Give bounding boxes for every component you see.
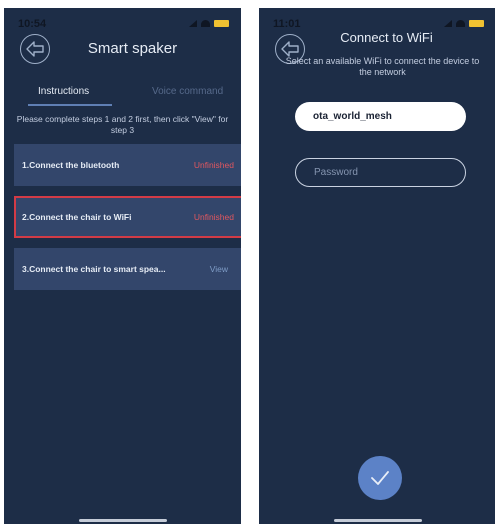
step-label: 1.Connect the bluetooth: [22, 160, 120, 170]
step-label: 2.Connect the chair to WiFi: [22, 212, 132, 222]
status-time: 11:01: [273, 18, 301, 30]
page-title: Smart spaker: [87, 40, 178, 57]
instruction-note: Please complete steps 1 and 2 first, the…: [16, 114, 229, 135]
page-subtitle: Select an available WiFi to connect the …: [285, 56, 480, 77]
wifi-icon: [201, 20, 210, 27]
password-field[interactable]: Password: [295, 158, 466, 187]
status-bar: 10:54: [4, 18, 241, 32]
check-icon: [371, 471, 389, 485]
status-icons: [189, 20, 229, 27]
status-badge: Unfinished: [193, 212, 234, 222]
status-icons: [444, 20, 484, 27]
step-label: 3.Connect the chair to smart spea...: [22, 264, 166, 274]
tab-voice-command[interactable]: Voice command: [152, 86, 223, 97]
status-time: 10:54: [18, 18, 47, 30]
home-indicator: [78, 519, 167, 522]
step-connect-smart-speaker[interactable]: 3.Connect the chair to smart spea... Vie…: [14, 248, 241, 290]
page-title: Connect to WiFi: [340, 30, 433, 45]
status-badge: Unfinished: [193, 160, 234, 170]
active-tab-indicator: [28, 104, 112, 106]
instructions-screen: 10:54 Smart spaker Instructions Voice co…: [4, 8, 241, 524]
wifi-ssid-field[interactable]: ota_world_mesh: [295, 102, 466, 131]
wifi-screen: 11:01 Connect to WiFi Select an availabl…: [259, 8, 495, 524]
home-indicator: [333, 519, 422, 522]
confirm-button[interactable]: [358, 456, 402, 500]
step-connect-wifi[interactable]: 2.Connect the chair to WiFi Unfinished: [14, 196, 241, 238]
view-link[interactable]: View: [210, 264, 228, 274]
signal-icon: [189, 20, 197, 27]
battery-icon: [469, 20, 484, 27]
step-connect-bluetooth[interactable]: 1.Connect the bluetooth Unfinished: [14, 144, 241, 186]
tab-instructions[interactable]: Instructions: [38, 86, 89, 97]
signal-icon: [444, 20, 452, 27]
wifi-icon: [456, 20, 465, 27]
battery-icon: [214, 20, 229, 27]
